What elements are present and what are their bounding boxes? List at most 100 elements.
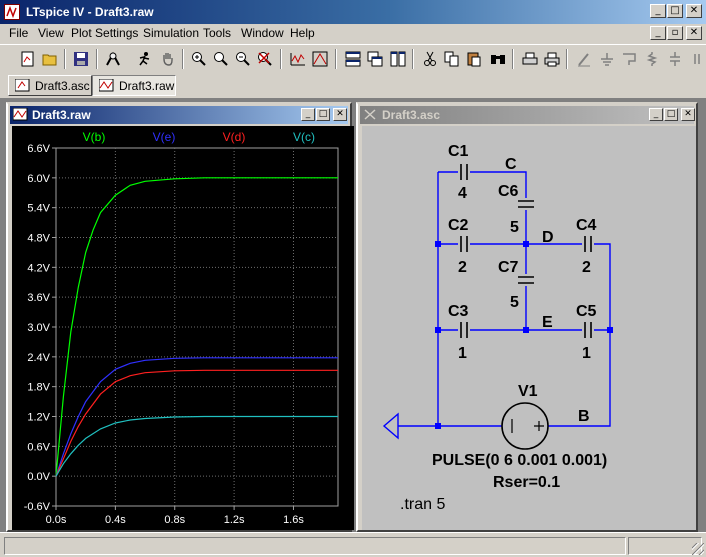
waveform-window-title: Draft3.raw: [32, 108, 91, 122]
schematic-minimize-button[interactable]: _: [649, 108, 663, 121]
y-tick-label: 6.6V: [27, 143, 50, 155]
schematic-canvas[interactable]: C1 4 C C6 5 C2 2 D C4 2 C7 5 C3 1 E C5 1…: [362, 126, 696, 530]
autorange-icon[interactable]: [287, 48, 308, 69]
legend-entry: V(b): [83, 130, 106, 144]
open-icon[interactable]: [39, 48, 60, 69]
menu-help[interactable]: Help: [290, 26, 315, 40]
y-tick-label: -0.6V: [24, 501, 51, 513]
cut-icon[interactable]: [419, 48, 440, 69]
tab-schematic[interactable]: Draft3.asc: [8, 75, 92, 96]
copy-icon[interactable]: [441, 48, 462, 69]
x-tick-label: 1.6s: [283, 514, 304, 526]
menu-simulation[interactable]: Simulation: [143, 26, 199, 40]
y-tick-label: 4.8V: [27, 233, 50, 245]
waveform-window-titlebar[interactable]: Draft3.raw _ □ ✕: [10, 106, 348, 124]
waveform-close-button[interactable]: ✕: [333, 108, 347, 121]
mdi-restore-button[interactable]: ▫: [667, 26, 683, 40]
paste-icon[interactable]: [463, 48, 484, 69]
zoom-in-icon[interactable]: [188, 48, 209, 69]
status-bar: [0, 532, 706, 557]
mark-icon[interactable]: [309, 48, 330, 69]
print-icon[interactable]: [541, 48, 562, 69]
ground-icon[interactable]: [596, 48, 617, 69]
cascade-icon[interactable]: [364, 48, 385, 69]
menu-window[interactable]: Window: [241, 26, 284, 40]
y-tick-label: 1.8V: [27, 382, 50, 394]
menu-bar: File View Plot Settings Simulation Tools…: [0, 24, 706, 43]
resistor-icon[interactable]: [641, 48, 662, 69]
schematic-window-titlebar[interactable]: Draft3.asc _ □ ✕: [360, 106, 695, 124]
maximize-button[interactable]: □: [667, 4, 683, 18]
waveform-chart[interactable]: 6.6V 6.0V 5.4V 4.8V 4.2V 3.6V 3.0V 2.4V 1.8V 1.2V…: [12, 126, 354, 530]
menu-plot-settings[interactable]: Plot Settings: [71, 26, 138, 40]
window-title: LTspice IV - Draft3.raw: [26, 5, 154, 19]
c1-value: 4: [458, 185, 467, 202]
wire-icon[interactable]: [573, 48, 594, 69]
legend-entry: V(c): [293, 130, 315, 144]
minimize-button[interactable]: _: [650, 4, 666, 18]
toolbar-more-icon[interactable]: [686, 48, 706, 69]
print-preview-icon[interactable]: [519, 48, 540, 69]
c3-value: 1: [458, 345, 467, 362]
new-schematic-icon[interactable]: [17, 48, 38, 69]
zoom-out-icon[interactable]: [232, 48, 253, 69]
status-message: [4, 537, 626, 555]
waveform-minimize-button[interactable]: _: [301, 108, 315, 121]
waveform-plot[interactable]: 6.6V 6.0V 5.4V 4.8V 4.2V 3.6V 3.0V 2.4V 1.8V 1.2V…: [12, 126, 354, 530]
tab-schematic-label: Draft3.asc: [35, 79, 90, 93]
y-tick-label: 2.4V: [27, 352, 50, 364]
c7-value: 5: [510, 294, 519, 311]
node-c-label: C: [505, 156, 517, 173]
c6-label: C6: [498, 183, 519, 200]
mdi-close-button[interactable]: ✕: [686, 26, 702, 40]
tile-horizontal-icon[interactable]: [342, 48, 363, 69]
schematic-window: Draft3.asc _ □ ✕ C1 4 C C6 5 C2 2 D C4 2…: [356, 102, 698, 532]
y-tick-label: 3.0V: [27, 322, 50, 334]
y-tick-label: 0.6V: [27, 441, 50, 453]
node-b-label: B: [578, 408, 590, 425]
node-d-label: D: [542, 229, 554, 246]
tran-directive[interactable]: .tran 5: [400, 496, 445, 513]
y-tick-label: 3.6V: [27, 292, 50, 304]
ltspice-app-icon[interactable]: [4, 4, 20, 20]
waveform-file-icon: [13, 108, 28, 121]
zoom-pan-icon[interactable]: [210, 48, 231, 69]
waveform-file-icon: [99, 79, 114, 92]
close-button[interactable]: ✕: [686, 4, 702, 18]
source-rser-text: Rser=0.1: [493, 474, 560, 491]
y-tick-label: 4.2V: [27, 262, 50, 274]
save-icon[interactable]: [70, 48, 91, 69]
x-tick-label: 0.8s: [164, 514, 185, 526]
c2-value: 2: [458, 259, 467, 276]
capacitor-icon[interactable]: [664, 48, 685, 69]
voltage-source-v1[interactable]: [501, 402, 549, 450]
schematic-close-button[interactable]: ✕: [681, 108, 695, 121]
menu-file[interactable]: File: [9, 26, 28, 40]
zoom-cancel-icon[interactable]: [254, 48, 275, 69]
schematic-maximize-button[interactable]: □: [664, 108, 678, 121]
menu-view[interactable]: View: [38, 26, 64, 40]
find-icon[interactable]: [487, 48, 508, 69]
halt-icon[interactable]: [157, 48, 178, 69]
y-tick-label: 6.0V: [27, 173, 50, 185]
resize-grip[interactable]: [692, 543, 704, 555]
mdi-workspace: Draft3.raw _ □ ✕ 6.6V 6.0V 5.4V 4.8V 4.2V 3.6…: [0, 98, 706, 532]
mdi-minimize-button[interactable]: _: [650, 26, 666, 40]
c4-label: C4: [576, 217, 597, 234]
waveform-maximize-button[interactable]: □: [316, 108, 330, 121]
tab-waveform[interactable]: Draft3.raw: [92, 75, 176, 96]
status-panel: [628, 537, 702, 555]
document-tabs: Draft3.asc Draft3.raw: [0, 72, 706, 98]
label-icon[interactable]: [618, 48, 639, 69]
node-e-label: E: [542, 314, 553, 331]
ground-symbol[interactable]: [382, 412, 399, 440]
tile-vertical-icon[interactable]: [387, 48, 408, 69]
x-tick-label: 0.0s: [46, 514, 67, 526]
toolbar: [0, 44, 706, 71]
menu-tools[interactable]: Tools: [203, 26, 231, 40]
schematic-window-title: Draft3.asc: [382, 108, 441, 122]
run-icon[interactable]: [134, 48, 155, 69]
c5-value: 1: [582, 345, 591, 362]
c6-value: 5: [510, 219, 519, 236]
control-panel-icon[interactable]: [102, 48, 123, 69]
